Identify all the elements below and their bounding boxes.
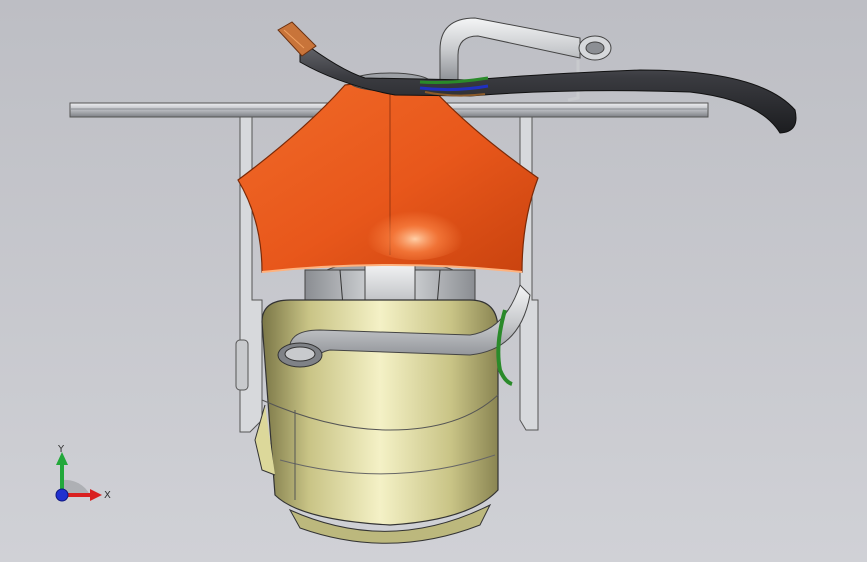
cad-viewport[interactable]: Y X (0, 0, 867, 562)
triad-z-axis (55, 488, 69, 502)
orientation-triad-icon[interactable]: Y X (55, 444, 111, 502)
lamp-assembly-model[interactable]: Y X (0, 0, 867, 562)
triad-x-label: X (104, 490, 111, 501)
triad-y-label: Y (57, 444, 65, 455)
